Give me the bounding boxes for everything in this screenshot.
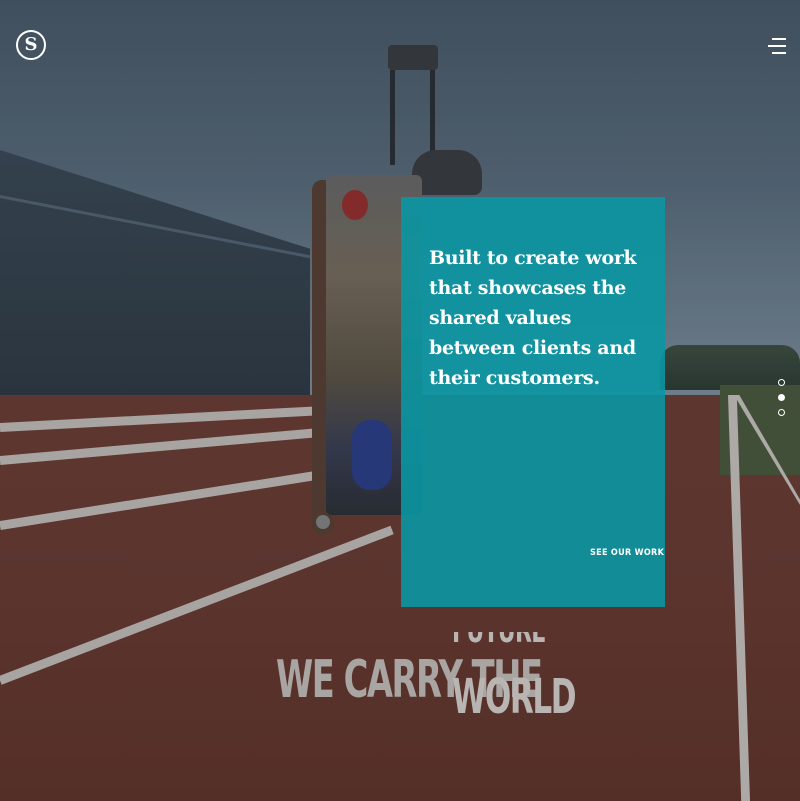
circle-s-logo-icon[interactable]: S: [16, 30, 46, 60]
rotating-word-current: WORLD: [452, 669, 577, 725]
slide-dot-1[interactable]: [778, 379, 785, 386]
card-headline: Built to create work that showcases the …: [429, 247, 637, 389]
slide-dot-3[interactable]: [778, 409, 785, 416]
slide-dot-2[interactable]: [778, 394, 785, 401]
logo-mark: S: [24, 34, 38, 55]
rotating-word-next: FUTURE: [452, 632, 546, 648]
see-our-work-link[interactable]: SEE OUR WORK: [590, 548, 664, 558]
slide-dots: [778, 379, 786, 424]
hero-card: Built to create work that showcases the …: [401, 197, 665, 607]
hamburger-menu-icon[interactable]: [764, 38, 786, 56]
hero-section: S Built to create work that showcases th…: [0, 0, 800, 801]
